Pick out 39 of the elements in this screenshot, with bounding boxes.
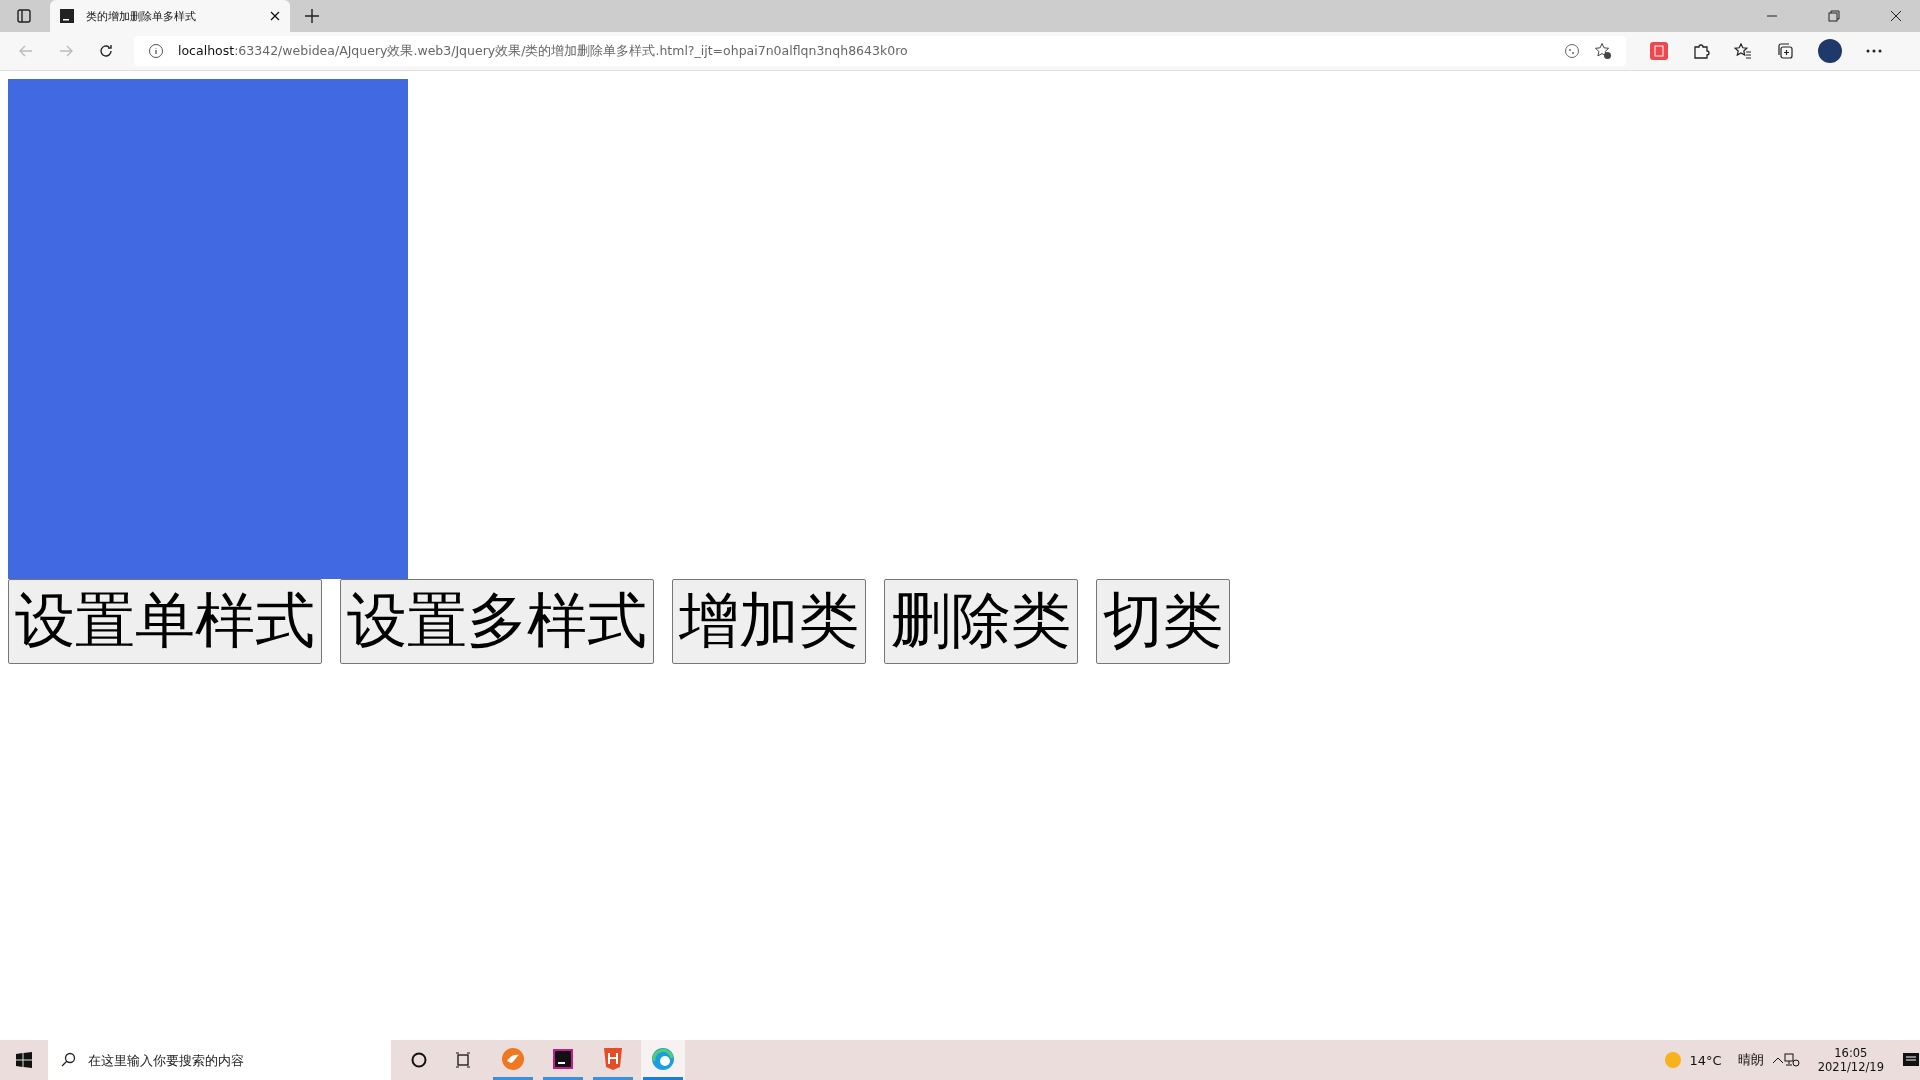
close-window-icon[interactable] (1890, 10, 1902, 22)
extension-icon[interactable] (1650, 42, 1668, 60)
windows-start-icon[interactable] (16, 1052, 32, 1068)
favorites-icon[interactable] (1734, 42, 1752, 60)
favorite-add-icon[interactable] (1594, 42, 1612, 60)
page-button[interactable]: 切类 (1096, 579, 1230, 664)
chevron-up-icon[interactable] (1771, 1056, 1784, 1064)
new-tab-icon[interactable] (304, 8, 320, 24)
browser-tab[interactable]: 类的增加删除单多样式 (50, 0, 290, 32)
tab-title: 类的增加删除单多样式 (86, 8, 197, 24)
weather-condition: 晴朗 (1737, 1051, 1764, 1069)
address-field[interactable]: localhost:63342/webidea/AJquery效果.web3/Jquery效果/类的增加删除单多样式.html?_ijt=ohpai7n0alflqn3nqh8643k0ro (134, 36, 1626, 66)
more-icon[interactable] (1866, 49, 1882, 53)
notification-icon[interactable] (1902, 1051, 1920, 1069)
edge-app-icon (651, 1046, 675, 1071)
temperature: 14°C (1689, 1052, 1722, 1068)
puzzle-icon[interactable] (1692, 42, 1710, 60)
app-icon (60, 9, 74, 23)
tab-actions-icon[interactable] (16, 8, 32, 24)
cookie-icon[interactable] (1564, 43, 1580, 59)
network-icon[interactable] (1783, 1053, 1800, 1067)
avatar[interactable] (1818, 39, 1842, 63)
html-app-icon (601, 1046, 625, 1071)
sun-icon (1663, 1051, 1682, 1069)
clock-time: 16:05 (1834, 1046, 1868, 1060)
page-button[interactable]: 增加类 (672, 579, 866, 664)
page-button[interactable]: 设置单样式 (8, 579, 322, 664)
collections-icon[interactable] (1776, 42, 1794, 60)
clock-date: 2021/12/19 (1817, 1060, 1884, 1074)
info-icon (148, 43, 164, 59)
ide-app-icon (551, 1046, 575, 1071)
refresh-icon[interactable] (98, 43, 114, 59)
task-view-icon[interactable] (454, 1051, 472, 1069)
page-button[interactable]: 设置多样式 (340, 579, 654, 664)
page-button[interactable]: 删除类 (884, 579, 1078, 664)
taskbar-search-field[interactable]: 在这里输入你要搜索的内容 (48, 1040, 391, 1080)
restore-icon[interactable] (1828, 10, 1840, 22)
close-icon[interactable] (270, 11, 280, 21)
cortana-icon[interactable] (410, 1051, 428, 1069)
